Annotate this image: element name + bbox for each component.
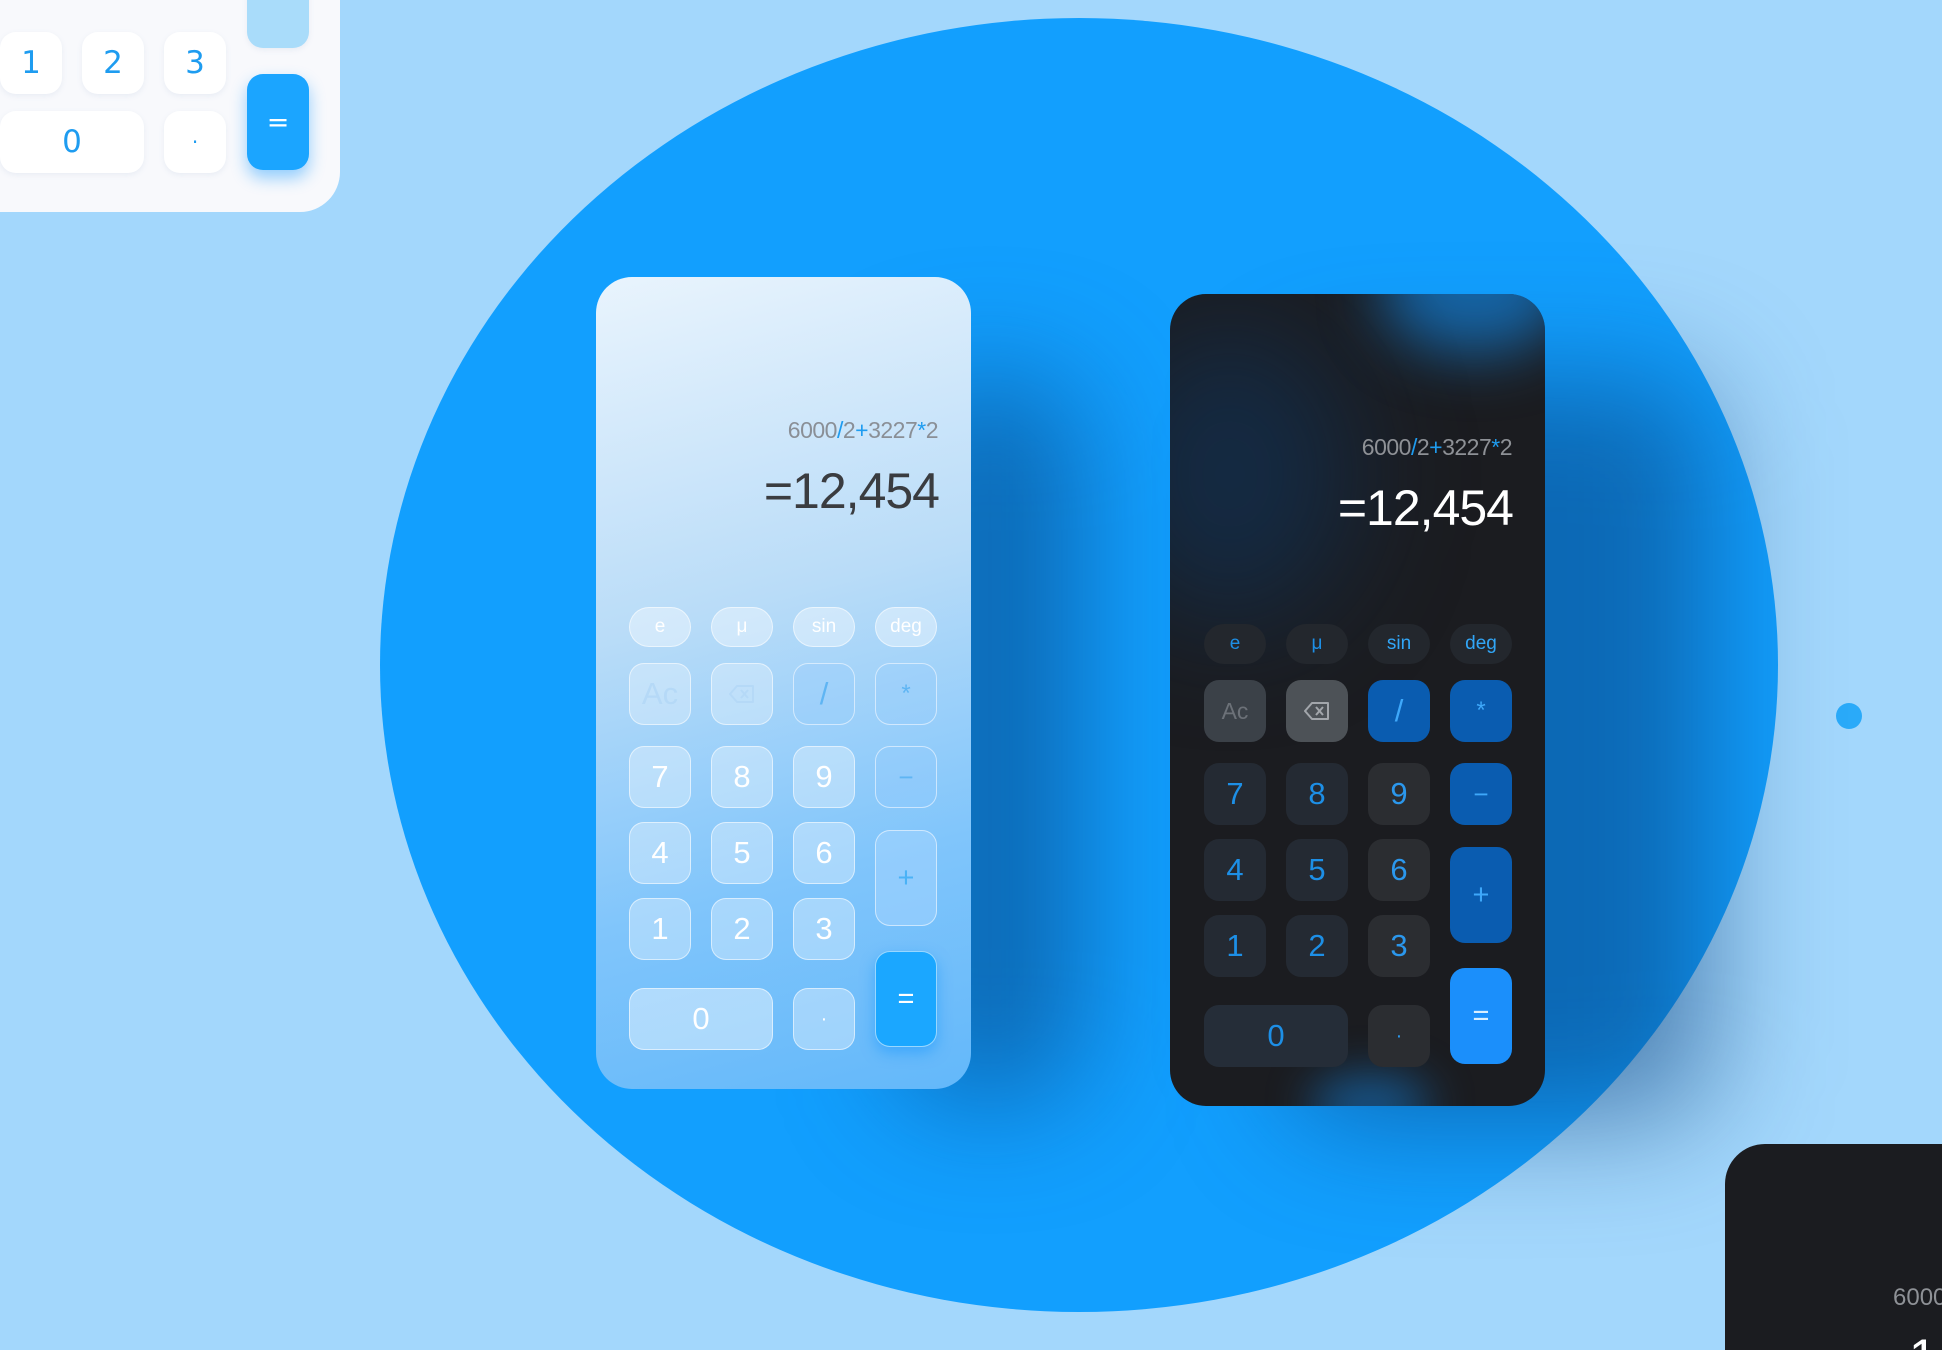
operator: +: [855, 417, 869, 443]
expression-display: 6000/2+3227*2: [1361, 434, 1513, 461]
key-1[interactable]: 1: [0, 32, 62, 94]
top-left-calculator: 1 2 3 0 · + =: [0, 0, 340, 212]
operator: *: [917, 417, 926, 443]
key-2[interactable]: 2: [711, 898, 773, 960]
key-7[interactable]: 7: [1204, 763, 1266, 825]
key-6[interactable]: 6: [793, 822, 855, 884]
key-7[interactable]: 7: [629, 746, 691, 808]
backspace-icon: [729, 685, 754, 703]
fn-mu-button[interactable]: μ: [1286, 624, 1348, 664]
key-0[interactable]: 0: [1204, 1005, 1348, 1067]
dot-button[interactable]: ·: [793, 988, 855, 1050]
backspace-button[interactable]: [711, 663, 773, 725]
key-3[interactable]: 3: [164, 32, 226, 94]
key-3[interactable]: 3: [1368, 915, 1430, 977]
plus-button[interactable]: +: [875, 830, 937, 926]
equals-button[interactable]: =: [875, 951, 937, 1047]
fn-deg-button[interactable]: deg: [875, 607, 937, 647]
fn-sin-button[interactable]: sin: [1368, 624, 1430, 664]
operand: 2: [1416, 434, 1430, 460]
minus-button[interactable]: −: [1450, 763, 1512, 825]
operand: 2: [1499, 434, 1513, 460]
key-plus[interactable]: +: [247, 0, 309, 48]
operand: 2: [842, 417, 856, 443]
key-2[interactable]: 2: [1286, 915, 1348, 977]
key-4[interactable]: 4: [629, 822, 691, 884]
operand: 6000: [787, 417, 838, 443]
key-equals[interactable]: =: [247, 74, 309, 170]
multiply-button[interactable]: *: [875, 663, 937, 725]
key-9[interactable]: 9: [793, 746, 855, 808]
key-dot[interactable]: ·: [164, 111, 226, 173]
clear-button[interactable]: Ac: [629, 663, 691, 725]
divide-button[interactable]: /: [1368, 680, 1430, 742]
operand: 3227: [1442, 434, 1492, 460]
light-calculator: 6000/2+3227*2 =12,454 e μ sin deg Ac / *…: [596, 277, 971, 1089]
operand: 2: [925, 417, 939, 443]
key-4[interactable]: 4: [1204, 839, 1266, 901]
dark-glow: [1380, 294, 1545, 354]
multiply-button[interactable]: *: [1450, 680, 1512, 742]
key-8[interactable]: 8: [1286, 763, 1348, 825]
key-3[interactable]: 3: [793, 898, 855, 960]
key-0[interactable]: 0: [629, 988, 773, 1050]
plus-button[interactable]: +: [1450, 847, 1512, 943]
key-1[interactable]: 1: [629, 898, 691, 960]
divide-button[interactable]: /: [793, 663, 855, 725]
fn-sin-button[interactable]: sin: [793, 607, 855, 647]
operand: 3227: [868, 417, 918, 443]
key-9[interactable]: 9: [1368, 763, 1430, 825]
backspace-button[interactable]: [1286, 680, 1348, 742]
minus-button[interactable]: −: [875, 746, 937, 808]
fn-e-button[interactable]: e: [1204, 624, 1266, 664]
key-8[interactable]: 8: [711, 746, 773, 808]
bottom-right-calculator: 6000 1: [1725, 1144, 1942, 1350]
key-5[interactable]: 5: [1286, 839, 1348, 901]
operator: *: [1491, 434, 1500, 460]
fn-mu-button[interactable]: μ: [711, 607, 773, 647]
result-display: =12,454: [1337, 480, 1514, 536]
operator: +: [1429, 434, 1443, 460]
clear-button[interactable]: Ac: [1204, 680, 1266, 742]
dark-glow: [1170, 324, 1350, 624]
dark-calculator: 6000/2+3227*2 =12,454 e μ sin deg Ac / *…: [1170, 294, 1545, 1106]
key-1[interactable]: 1: [1204, 915, 1266, 977]
dark-glow: [1310, 1074, 1430, 1106]
operand: 6000: [1361, 434, 1412, 460]
fn-deg-button[interactable]: deg: [1450, 624, 1512, 664]
decorative-dot: [1836, 703, 1862, 729]
key-5[interactable]: 5: [711, 822, 773, 884]
result-display: =12,454: [763, 463, 940, 519]
key-6[interactable]: 6: [1368, 839, 1430, 901]
expression-display: 6000: [1893, 1284, 1942, 1311]
backspace-icon: [1304, 702, 1329, 720]
key-0[interactable]: 0: [0, 111, 144, 173]
fn-e-button[interactable]: e: [629, 607, 691, 647]
expression-display: 6000/2+3227*2: [787, 417, 939, 444]
key-2[interactable]: 2: [82, 32, 144, 94]
result-display: 1: [1909, 1328, 1937, 1350]
dot-button[interactable]: ·: [1368, 1005, 1430, 1067]
equals-button[interactable]: =: [1450, 968, 1512, 1064]
